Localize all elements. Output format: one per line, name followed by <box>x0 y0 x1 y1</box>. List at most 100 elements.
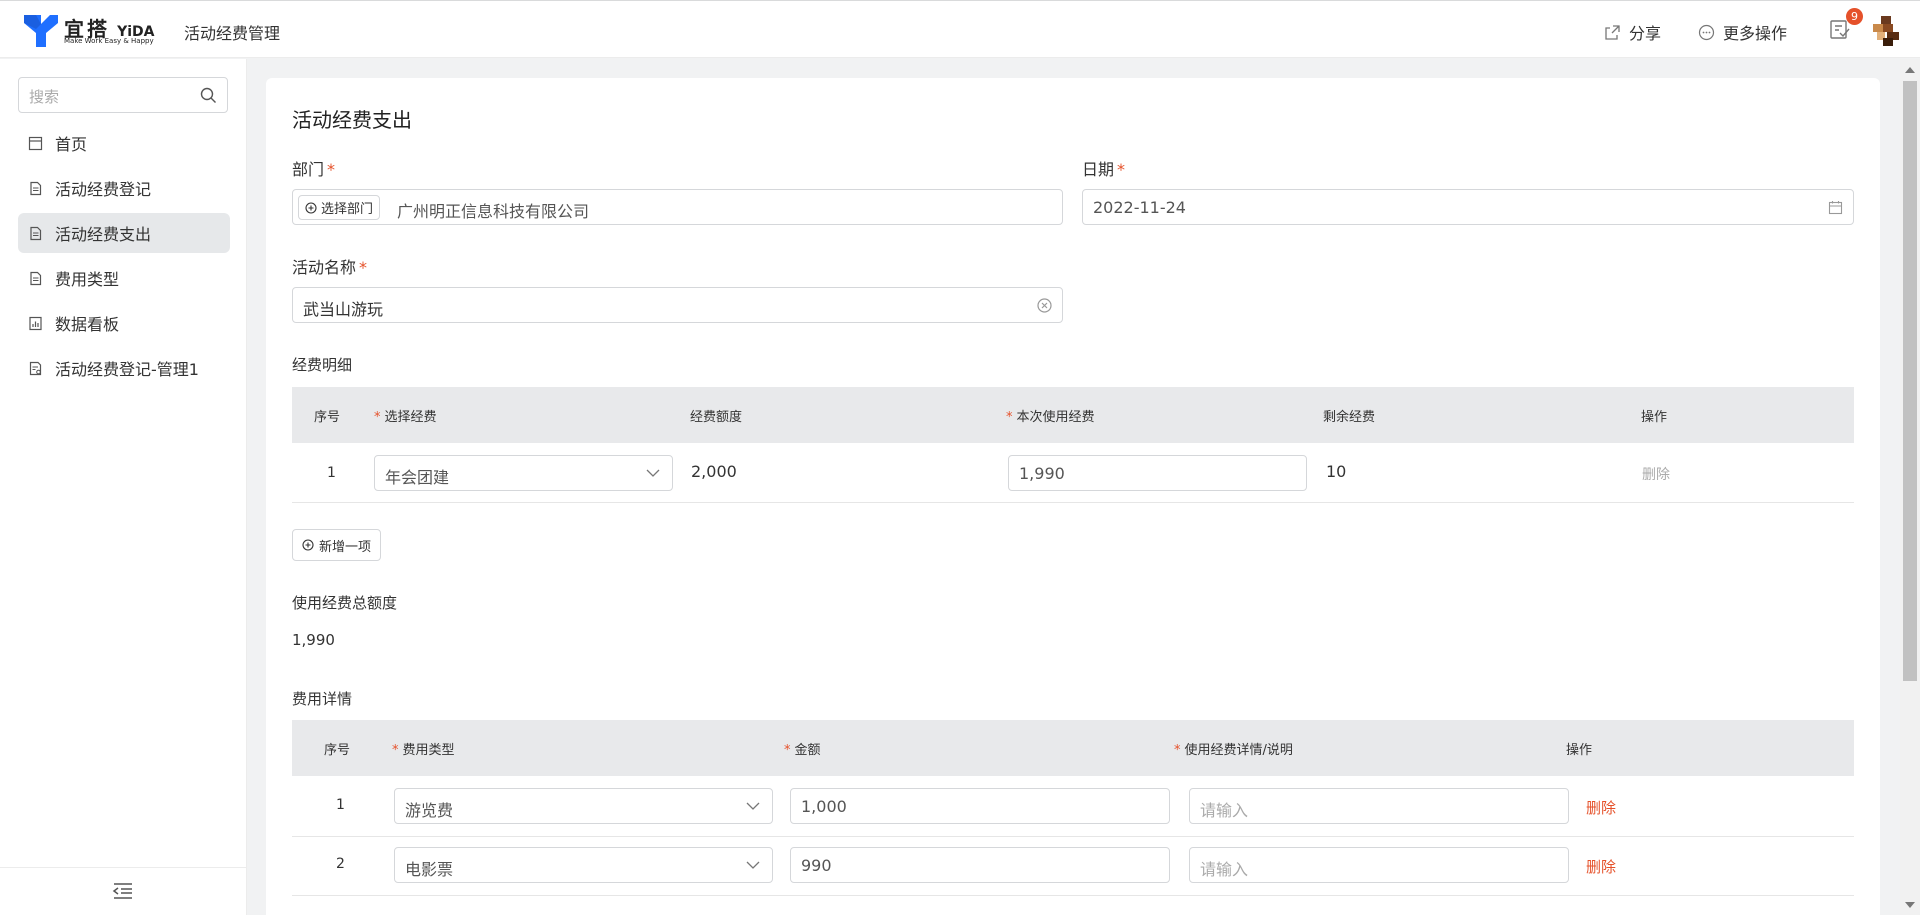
page-title: 活动经费支出 <box>292 108 412 132</box>
more-label: 更多操作 <box>1723 24 1788 43</box>
required-mark: * <box>392 743 399 758</box>
app-title[interactable]: 活动经费管理 <box>184 20 280 44</box>
report-icon <box>29 316 42 330</box>
row-divider <box>292 502 1854 503</box>
search-icon <box>200 87 216 103</box>
home-icon <box>28 136 43 150</box>
cost-detail-label: 费用详情 <box>292 690 353 708</box>
date-picker[interactable]: 2022-11-24 <box>1082 189 1854 225</box>
col-budget-limit: 经费额度 <box>690 410 743 425</box>
col-amount: * 金额 <box>784 739 821 758</box>
collapse-sidebar-icon[interactable] <box>112 882 134 900</box>
sidebar-item-label: 费用类型 <box>55 270 120 289</box>
col-used-budget-text: 本次使用经费 <box>1016 410 1095 425</box>
col-action: 操作 <box>1641 410 1668 425</box>
top-header: 宜搭 YiDA Make Work Easy & Happy 活动经费管理 分享… <box>0 0 1920 58</box>
cost-table-header: 序号 * 费用类型 * 金额 * 使用经费详情/说明 操作 <box>292 720 1854 776</box>
required-mark: * <box>327 160 336 179</box>
avatar[interactable] <box>1873 16 1899 46</box>
calendar-icon <box>1828 201 1843 215</box>
more-icon <box>1698 24 1715 40</box>
form-icon <box>30 226 42 240</box>
page-scrollbar[interactable] <box>1900 59 1920 915</box>
activity-name-input[interactable]: 武当山游玩 <box>292 287 1063 323</box>
cost-row-index: 1 <box>336 797 345 813</box>
clear-icon[interactable] <box>1037 298 1052 313</box>
yida-logo-icon[interactable] <box>22 11 60 49</box>
cost-row-index: 2 <box>336 856 345 872</box>
activity-label-text: 活动名称 <box>292 258 357 277</box>
sidebar-item-home[interactable]: 首页 <box>18 123 230 163</box>
amount-input[interactable]: 1,000 <box>790 788 1170 824</box>
share-icon <box>1605 24 1620 40</box>
required-mark: * <box>359 258 368 277</box>
delete-button-disabled: 删除 <box>1642 467 1670 483</box>
dept-field[interactable]: 选择部门 广州明正信息科技有限公司 <box>292 189 1063 225</box>
budget-detail-label: 经费明细 <box>292 356 353 374</box>
search-placeholder: 搜索 <box>29 88 60 106</box>
chevron-down-icon <box>746 861 760 869</box>
brand-slogan: Make Work Easy & Happy <box>64 37 154 45</box>
required-mark: * <box>784 743 791 758</box>
sidebar-item-budget-register[interactable]: 活动经费登记 <box>18 168 230 208</box>
required-mark: * <box>1174 743 1181 758</box>
scroll-thumb[interactable] <box>1903 81 1917 681</box>
sidebar-item-label: 活动经费支出 <box>55 225 152 244</box>
sidebar-item-budget-register-admin[interactable]: 活动经费登记-管理1 <box>18 348 230 388</box>
dept-label: 部门 * <box>292 156 335 180</box>
used-budget-input[interactable]: 1,990 <box>1008 455 1307 491</box>
note-placeholder: 请输入 <box>1200 860 1249 879</box>
sidebar-item-dashboard[interactable]: 数据看板 <box>18 303 230 343</box>
sidebar-item-cost-type[interactable]: 费用类型 <box>18 258 230 298</box>
sidebar-item-label: 活动经费登记-管理1 <box>55 360 199 379</box>
sidebar-item-label: 首页 <box>55 135 88 154</box>
col-index: 序号 <box>324 743 351 758</box>
add-circle-icon <box>305 201 317 214</box>
budget-select-value: 年会团建 <box>385 468 450 487</box>
sidebar-footer <box>0 867 247 915</box>
required-mark: * <box>1117 160 1126 179</box>
cost-type-value: 电影票 <box>405 860 454 879</box>
col-note-text: 使用经费详情/说明 <box>1184 743 1293 758</box>
delete-button[interactable]: 删除 <box>1586 856 1616 877</box>
scroll-up-arrow-icon[interactable] <box>1905 67 1915 73</box>
more-actions-button[interactable]: 更多操作 <box>1698 20 1787 44</box>
cost-type-select[interactable]: 游览费 <box>394 788 773 824</box>
activity-name-value: 武当山游玩 <box>303 300 384 319</box>
add-item-button[interactable]: 新增一项 <box>292 529 382 561</box>
remaining-budget-value: 10 <box>1326 462 1347 481</box>
note-input[interactable]: 请输入 <box>1189 847 1569 883</box>
chevron-down-icon <box>746 802 760 810</box>
cost-type-select[interactable]: 电影票 <box>394 847 773 883</box>
sidebar-item-label: 活动经费登记 <box>55 180 152 199</box>
note-placeholder: 请输入 <box>1200 801 1249 820</box>
search-input[interactable]: 搜索 <box>18 77 228 113</box>
dept-value: 广州明正信息科技有限公司 <box>397 202 590 221</box>
form-icon <box>30 271 42 285</box>
col-action: 操作 <box>1566 743 1593 758</box>
delete-button[interactable]: 删除 <box>1586 797 1616 818</box>
amount-value: 990 <box>801 856 832 875</box>
col-select-budget: * 选择经费 <box>374 406 437 425</box>
date-label-text: 日期 <box>1082 160 1115 179</box>
note-input[interactable]: 请输入 <box>1189 788 1569 824</box>
sidebar-item-budget-expense[interactable]: 活动经费支出 <box>18 213 230 253</box>
todo-count-badge: 9 <box>1846 8 1863 25</box>
total-budget-label: 使用经费总额度 <box>292 594 398 612</box>
chevron-down-icon <box>646 469 660 477</box>
select-dept-label: 选择部门 <box>321 202 374 217</box>
col-amount-text: 金额 <box>794 743 821 758</box>
amount-input[interactable]: 990 <box>790 847 1170 883</box>
budget-limit-value: 2,000 <box>691 462 737 481</box>
select-dept-button[interactable]: 选择部门 <box>298 195 381 220</box>
amount-value: 1,000 <box>801 797 847 816</box>
share-button[interactable]: 分享 <box>1604 20 1661 44</box>
col-select-budget-text: 选择经费 <box>384 410 437 425</box>
col-cost-type-text: 费用类型 <box>402 743 455 758</box>
budget-select[interactable]: 年会团建 <box>374 455 673 491</box>
form-card: 活动经费支出 部门 * 选择部门 广州明正信息科技有限公司 日期 * 2022-11… <box>266 78 1880 915</box>
scroll-down-arrow-icon[interactable] <box>1905 902 1915 908</box>
col-remaining: 剩余经费 <box>1323 410 1376 425</box>
manage-icon <box>29 361 42 375</box>
cost-type-value: 游览费 <box>405 801 454 820</box>
